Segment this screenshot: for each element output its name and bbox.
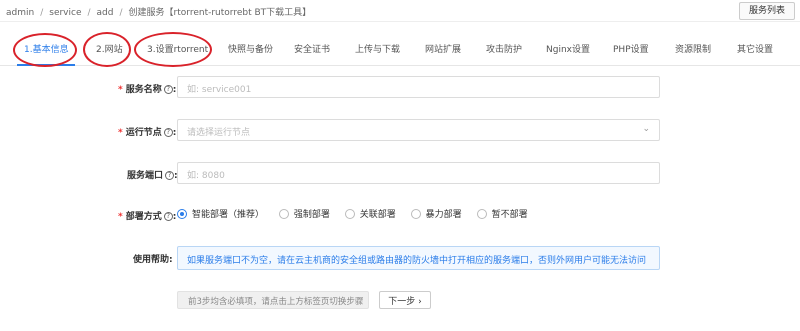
tab-upload-download[interactable]: 上传与下载 xyxy=(355,42,400,55)
radio-label: 强制部署 xyxy=(293,210,330,220)
service-name-label: * 服务名称?: xyxy=(118,85,177,95)
tab-other-settings[interactable]: 其它设置 xyxy=(737,42,773,55)
run-node-placeholder: 请选择运行节点 xyxy=(187,128,251,138)
radio-checked-icon xyxy=(177,209,187,219)
breadcrumb-item-add[interactable]: add xyxy=(97,8,114,18)
service-name-label-text: 服务名称 xyxy=(125,85,162,95)
usage-help-label: 使用帮助: xyxy=(133,255,173,265)
breadcrumb-item-service[interactable]: service xyxy=(49,8,81,18)
tab-resource-limit[interactable]: 资源限制 xyxy=(675,42,711,55)
radio-icon xyxy=(278,209,289,219)
breadcrumb-item-current: 创建服务【rtorrent-rutorrebt BT下载工具】 xyxy=(128,8,312,18)
breadcrumb-separator: / xyxy=(119,8,123,18)
help-icon[interactable]: ? xyxy=(165,171,175,180)
chevron-down-icon: ⌄ xyxy=(642,124,650,134)
service-list-button[interactable]: 服务列表 xyxy=(738,2,795,20)
radio-label: 暴力部署 xyxy=(425,210,462,220)
tab-ssl-cert[interactable]: 安全证书 xyxy=(294,42,330,55)
breadcrumb-separator: / xyxy=(87,8,91,18)
usage-help-text: 如果服务端口不为空，请在云主机商的安全组或路由器的防火墙中打开相应的服务端口，否… xyxy=(187,256,647,266)
breadcrumb-item-admin[interactable]: admin xyxy=(6,8,34,18)
required-mark: * xyxy=(118,128,123,138)
radio-icon xyxy=(344,209,355,219)
deploy-mode-none-radio[interactable]: 暂不部署 xyxy=(476,207,528,220)
service-port-label-text: 服务端口 xyxy=(127,171,164,181)
annotation-circle-rtorrent xyxy=(134,32,212,67)
deploy-mode-force-radio[interactable]: 强制部署 xyxy=(278,207,330,220)
required-mark: * xyxy=(118,85,123,95)
run-node-select[interactable]: 请选择运行节点 ⌄ xyxy=(177,119,660,141)
tab-nginx-settings[interactable]: Nginx设置 xyxy=(546,42,590,55)
breadcrumb-separator: / xyxy=(40,8,44,18)
radio-icon xyxy=(476,209,487,219)
tab-site-extension[interactable]: 网站扩展 xyxy=(425,42,461,55)
tab-php-settings[interactable]: PHP设置 xyxy=(613,42,649,55)
required-mark: * xyxy=(118,212,123,222)
next-step-button[interactable]: 下一步 › xyxy=(379,291,431,309)
top-bar: admin / service / add / 创建服务【rtorrent-rutorreb… xyxy=(0,0,800,22)
service-port-input[interactable]: 如: 8080 xyxy=(177,162,660,184)
annotation-circle-website xyxy=(83,32,131,67)
help-icon[interactable]: ? xyxy=(163,85,173,94)
deploy-mode-label: * 部署方式?: xyxy=(118,212,177,222)
deploy-mode-label-text: 部署方式 xyxy=(125,212,162,222)
step-tip-text: 前3步均含必填项，请点击上方标签页切换步骤 xyxy=(188,297,364,307)
run-node-label-text: 运行节点 xyxy=(125,128,162,138)
help-icon[interactable]: ? xyxy=(163,128,173,137)
service-name-input[interactable]: 如: service001 xyxy=(177,76,660,98)
radio-icon xyxy=(410,209,421,219)
annotation-circle-basic-info xyxy=(13,33,77,67)
radio-label: 关联部署 xyxy=(359,210,396,220)
breadcrumb: admin / service / add / 创建服务【rtorrent-rutorreb… xyxy=(6,5,311,18)
deploy-mode-radio-group: 智能部署（推荐） 强制部署 关联部署 暴力部署 暂不部署 xyxy=(177,207,540,221)
deploy-mode-linked-radio[interactable]: 关联部署 xyxy=(344,207,396,220)
deploy-mode-brute-radio[interactable]: 暴力部署 xyxy=(410,207,462,220)
step-tip: 前3步均含必填项，请点击上方标签页切换步骤 xyxy=(177,291,369,309)
service-port-placeholder: 如: 8080 xyxy=(187,171,225,181)
usage-help-box: 如果服务端口不为空，请在云主机商的安全组或路由器的防火墙中打开相应的服务端口，否… xyxy=(177,246,660,270)
radio-label: 智能部署（推荐） xyxy=(192,210,265,220)
tab-attack-protection[interactable]: 攻击防护 xyxy=(486,42,522,55)
run-node-label: * 运行节点?: xyxy=(118,128,177,138)
service-port-label: 服务端口?: xyxy=(127,171,178,181)
radio-label: 暂不部署 xyxy=(491,210,528,220)
service-name-placeholder: 如: service001 xyxy=(187,85,252,95)
deploy-mode-smart-radio[interactable]: 智能部署（推荐） xyxy=(177,207,264,220)
tab-snapshot-backup[interactable]: 快照与备份 xyxy=(228,42,273,55)
help-icon[interactable]: ? xyxy=(163,212,173,221)
